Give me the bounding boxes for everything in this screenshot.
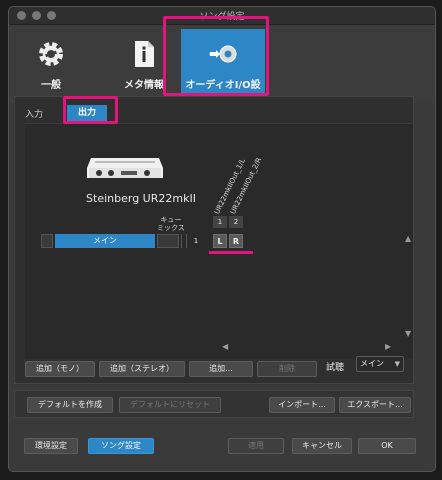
cancel-button[interactable]: キャンセル	[292, 438, 352, 454]
channel-number-1: 1	[213, 216, 227, 228]
listen-select-value: メイン	[360, 359, 384, 368]
song-settings-button[interactable]: ソング設定	[88, 438, 154, 454]
add-button[interactable]: 追加...	[189, 361, 253, 377]
main-output-row[interactable]: メイン	[55, 234, 155, 248]
output-tab-highlight-box	[63, 96, 118, 124]
make-default-button[interactable]: デフォルトを作成	[27, 397, 113, 413]
tab-input[interactable]: 入力	[25, 107, 43, 120]
scroll-right-arrow-icon[interactable]: ▶	[385, 342, 391, 351]
row-spacer	[157, 234, 179, 248]
general-tab-label: 一般	[41, 80, 61, 91]
channel-right-button[interactable]: R	[229, 234, 243, 248]
scroll-left-arrow-icon[interactable]: ◀	[222, 342, 228, 351]
scroll-up-arrow-icon[interactable]: ▲	[405, 234, 411, 243]
reset-default-button[interactable]: デフォルトにリセット	[119, 397, 221, 413]
delete-button[interactable]: 削除	[257, 361, 317, 377]
gear-icon	[39, 42, 63, 66]
device-name: Steinberg UR22mkII	[86, 192, 196, 205]
add-stereo-button[interactable]: 追加（ステレオ）	[99, 361, 185, 377]
row-color-swatch[interactable]	[41, 234, 53, 248]
output-matrix: Steinberg UR22mkII UR22mkIIOut_1/L UR22m…	[25, 123, 413, 359]
row-divider	[181, 234, 187, 248]
chevron-down-icon: ▼	[394, 360, 400, 368]
listen-label: 試聴	[326, 363, 345, 373]
scroll-down-arrow-icon[interactable]: ▼	[405, 329, 411, 338]
cue-number: 1	[193, 237, 199, 245]
defaults-bar: デフォルトを作成 デフォルトにリセット インポート... エクスポート...	[14, 390, 414, 418]
highlight-underline	[209, 251, 253, 254]
environment-settings-button[interactable]: 環境設定	[24, 438, 78, 454]
listen-select[interactable]: メイン ▼	[356, 356, 404, 372]
cue-mix-text: キュー ミックス	[157, 216, 185, 232]
general-tab-button[interactable]: 一般	[17, 29, 85, 99]
io-settings-panel: 入力 出力 Steinberg UR22mkII UR22mkIIOut_1/L…	[14, 96, 414, 384]
ok-button[interactable]: OK	[358, 438, 416, 454]
channel-left-button[interactable]: L	[213, 234, 227, 248]
audio-interface-icon	[87, 158, 163, 178]
info-document-icon	[135, 41, 154, 67]
add-mono-button[interactable]: 追加（モノ）	[25, 361, 95, 377]
apply-button[interactable]: 適用	[228, 438, 284, 454]
import-button[interactable]: インポート...	[269, 397, 335, 413]
export-button[interactable]: エクスポート...	[339, 397, 411, 413]
audio-io-highlight-box	[163, 16, 269, 96]
channel-number-2: 2	[229, 216, 243, 228]
cue-mix-label: キュー ミックス	[157, 216, 185, 232]
